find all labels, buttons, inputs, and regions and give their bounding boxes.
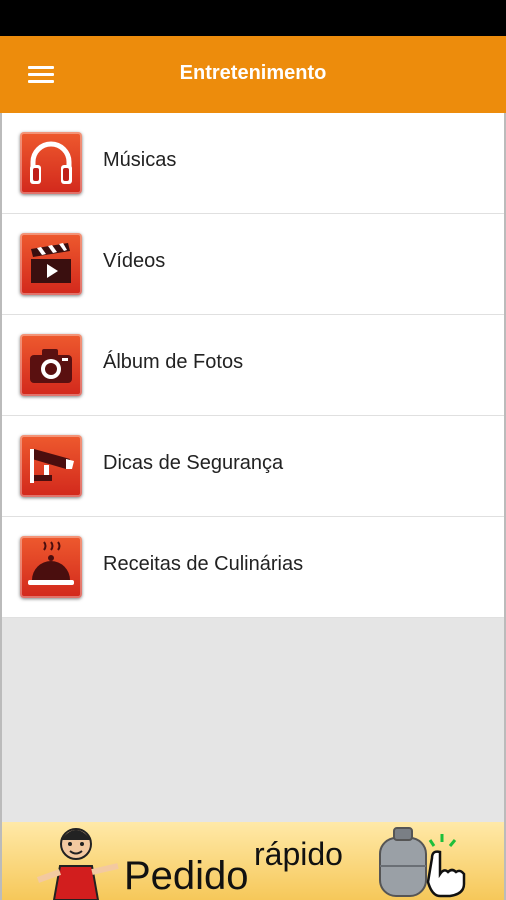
banner-subtitle: rápido	[254, 836, 343, 872]
security-camera-icon	[20, 435, 82, 497]
banner-title: Pedido	[124, 854, 249, 898]
clapperboard-icon	[20, 233, 82, 295]
camera-icon	[20, 334, 82, 396]
menu-item-label: Receitas de Culinárias	[103, 553, 304, 575]
menu-item-receitas-de-culinarias[interactable]: Receitas de Culinárias	[2, 517, 504, 618]
app-bar: Entretenimento	[0, 36, 506, 113]
cloche-icon	[20, 536, 82, 598]
status-bar	[0, 0, 506, 36]
menu-item-musicas[interactable]: Músicas	[2, 113, 504, 214]
menu-item-label: Dicas de Segurança	[103, 452, 284, 474]
menu-item-dicas-de-seguranca[interactable]: Dicas de Segurança	[2, 416, 504, 517]
gas-cylinder-icon	[379, 827, 466, 898]
pedido-rapido-ad-banner[interactable]: rápido Pedido	[2, 822, 504, 900]
menu-item-label: Músicas	[103, 149, 177, 171]
page-title: Entretenimento	[179, 62, 327, 84]
menu-item-videos[interactable]: Vídeos	[2, 214, 504, 315]
entertainment-menu-list: Músicas Vídeos Álbum de Fotos Dicas de S…	[2, 113, 504, 618]
menu-item-album-de-fotos[interactable]: Álbum de Fotos	[2, 315, 504, 416]
menu-item-label: Álbum de Fotos	[103, 351, 244, 373]
menu-item-label: Vídeos	[103, 250, 166, 272]
headphones-icon	[20, 132, 82, 194]
